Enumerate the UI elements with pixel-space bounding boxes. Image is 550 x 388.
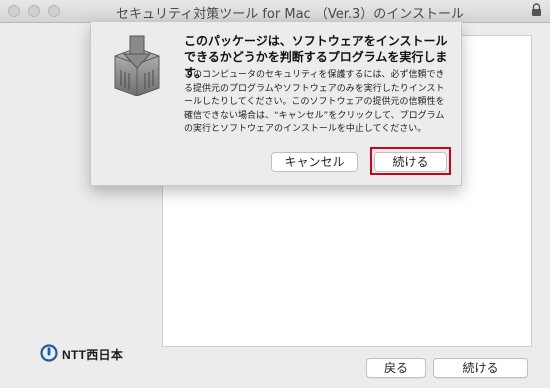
dialog-cancel-button[interactable]: キャンセル <box>271 152 358 172</box>
title-bar: セキュリティ対策ツール for Mac （Ver.3）のインストール <box>0 0 550 23</box>
continue-button[interactable]: 続ける <box>433 358 528 378</box>
lock-icon <box>531 3 542 20</box>
installer-window: セキュリティ対策ツール for Mac （Ver.3）のインストール NTT西日… <box>0 0 550 388</box>
dialog-continue-button[interactable]: 続ける <box>374 152 447 172</box>
package-installer-icon <box>111 34 163 99</box>
window-title: セキュリティ対策ツール for Mac （Ver.3）のインストール <box>116 7 464 22</box>
zoom-button[interactable] <box>48 5 60 17</box>
dialog-message: このコンピュータのセキュリティを保護するには、必ず信頼できる提供元のプログラムや… <box>184 70 445 134</box>
minimize-button[interactable] <box>28 5 40 17</box>
ntt-logo: NTT西日本 <box>40 344 123 365</box>
ntt-logo-icon <box>40 344 58 365</box>
back-button[interactable]: 戻る <box>366 358 426 378</box>
security-alert-sheet: このパッケージは、ソフトウェアをインストールできるかどうかを判断するプログラムを… <box>90 22 462 186</box>
logo-text: NTT西日本 <box>62 348 124 362</box>
close-button[interactable] <box>8 5 20 17</box>
